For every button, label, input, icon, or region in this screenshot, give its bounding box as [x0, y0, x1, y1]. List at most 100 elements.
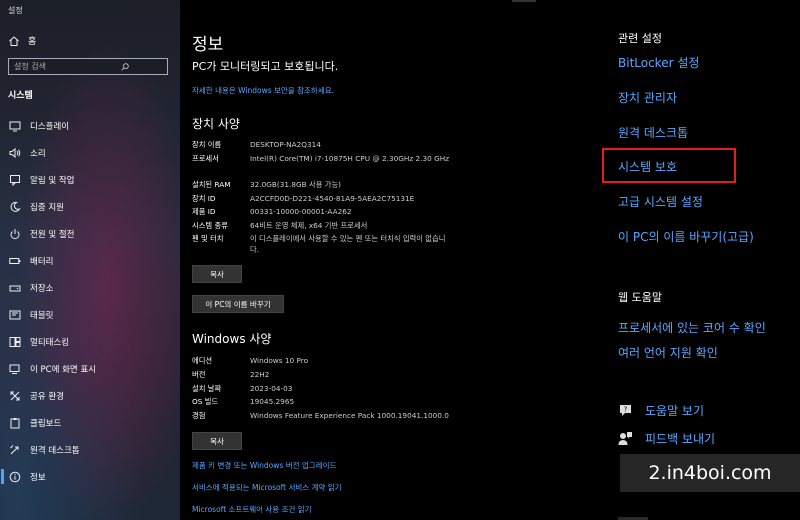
moon-icon	[9, 201, 21, 213]
sidebar-item-multitasking[interactable]: 멀티태스킹	[0, 328, 180, 355]
spec-value: 이 디스플레이에서 사용할 수 있는 펜 또는 터치식 입력이 없습니다.	[250, 234, 446, 254]
watermark: 2.in4boi.com	[620, 454, 800, 492]
change-product-key-link[interactable]: 제품 키 변경 또는 Windows 버전 업그레이드	[192, 460, 336, 471]
spec-row: 에디션 Windows 10 Pro	[192, 356, 480, 370]
sidebar-item-remote-desktop[interactable]: 원격 데스크톱	[0, 436, 180, 463]
page-title: 정보	[192, 35, 224, 55]
related-settings-heading: 관련 설정	[618, 32, 662, 45]
sidebar-item-focus-assist[interactable]: 집중 지원	[0, 193, 180, 220]
spec-row: 시스템 종류 64비트 운영 체제, x64 기반 프로세서	[192, 221, 450, 234]
power-icon	[9, 228, 21, 240]
license-terms-link[interactable]: Microsoft 소프트웨어 사용 조건 읽기	[192, 504, 312, 515]
device-specs-heading: 장치 사양	[192, 117, 240, 131]
search-box[interactable]: 설정 검색	[8, 58, 168, 75]
security-link[interactable]: 자세한 내용은 Windows 보안을 참조하세요.	[192, 85, 334, 96]
home-nav-item[interactable]: 홈	[8, 34, 36, 47]
spec-value: DESKTOP-NA2Q314	[250, 140, 321, 149]
top-divider	[512, 0, 536, 2]
sidebar-nav: 디스플레이 소리 알림 및 작업 집중 지원 전원 및 절전 배터리 저장소 태…	[0, 112, 180, 490]
spec-key: 버전	[192, 370, 206, 379]
copy-device-specs-button[interactable]: 복사	[192, 265, 242, 283]
tablet-icon	[9, 309, 21, 321]
battery-icon	[9, 255, 21, 267]
sidebar-item-label: 저장소	[30, 283, 54, 294]
feedback-link[interactable]: 피드백 보내기	[618, 430, 715, 447]
spec-key: 경험	[192, 411, 206, 420]
device-specs-table: 장치 이름 DESKTOP-NA2Q314 프로세서 Intel(R) Core(T…	[192, 140, 450, 260]
get-help-label: 도움말 보기	[645, 404, 705, 418]
sidebar-item-label: 원격 데스크톱	[30, 445, 80, 456]
sidebar-item-label: 클립보드	[30, 418, 62, 429]
sidebar-item-label: 정보	[30, 472, 46, 483]
bitlocker-link[interactable]: BitLocker 설정	[618, 54, 699, 71]
protection-status: PC가 모니터링되고 보호됩니다.	[192, 60, 339, 73]
sidebar-item-power[interactable]: 전원 및 절전	[0, 220, 180, 247]
rename-pc-advanced-link[interactable]: 이 PC의 이름 바꾸기(고급)	[618, 228, 754, 245]
spec-value: A2CCFD0D-D221-4540-81A9-5AEA2C75131E	[250, 194, 415, 203]
storage-icon	[9, 282, 21, 294]
spec-value: Windows 10 Pro	[250, 356, 309, 365]
spec-row: 프로세서 Intel(R) Core(TM) i7-10875H CPU @ 2.…	[192, 154, 450, 180]
sidebar: 설정 홈 설정 검색 시스템 디스플레이 소리 알림 및 작업 집중 지원 전원…	[0, 0, 180, 520]
advanced-system-settings-link[interactable]: 고급 시스템 설정	[618, 193, 703, 210]
spec-key: 시스템 종류	[192, 221, 228, 230]
related-settings-panel: 관련 설정 BitLocker 설정 장치 관리자 원격 데스크톱 시스템 보호…	[600, 0, 800, 520]
get-help-link[interactable]: ? 도움말 보기	[618, 402, 704, 419]
sidebar-item-battery[interactable]: 배터리	[0, 247, 180, 274]
sidebar-item-label: 멀티태스킹	[30, 337, 70, 348]
spec-row: 설치 날짜 2023-04-03	[192, 384, 480, 397]
windows-specs-table: 에디션 Windows 10 Pro 버전 22H2 설치 날짜 2023-04-03…	[192, 356, 480, 425]
rename-pc-button[interactable]: 이 PC의 이름 바꾸기	[192, 295, 284, 313]
highlight-box	[602, 148, 736, 183]
spec-key: 장치 ID	[192, 194, 216, 203]
main-panel: 정보 PC가 모니터링되고 보호됩니다. 자세한 내용은 Windows 보안을…	[180, 0, 600, 520]
spec-value: Intel(R) Core(TM) i7-10875H CPU @ 2.30GH…	[250, 154, 450, 163]
sidebar-item-label: 알림 및 작업	[30, 175, 75, 186]
help-chat-icon: ?	[618, 403, 633, 418]
sidebar-item-label: 이 PC에 화면 표시	[30, 364, 97, 375]
home-label: 홈	[28, 37, 37, 47]
sidebar-item-notifications[interactable]: 알림 및 작업	[0, 166, 180, 193]
section-label-system: 시스템	[8, 91, 33, 101]
sidebar-item-display[interactable]: 디스플레이	[0, 112, 180, 139]
home-icon	[8, 35, 20, 47]
spec-key: 에디션	[192, 356, 213, 365]
language-support-link[interactable]: 여러 언어 지원 확인	[618, 344, 718, 361]
sidebar-item-about[interactable]: 정보	[0, 463, 180, 490]
spec-value: Windows Feature Experience Pack 1000.190…	[250, 411, 449, 420]
search-input[interactable]: 설정 검색	[14, 61, 88, 72]
sidebar-item-shared-experiences[interactable]: 공유 환경	[0, 382, 180, 409]
remote-desktop-link[interactable]: 원격 데스크톱	[618, 124, 688, 141]
processor-cores-link[interactable]: 프로세서에 있는 코어 수 확인	[618, 319, 766, 336]
sidebar-item-project[interactable]: 이 PC에 화면 표시	[0, 355, 180, 382]
windows-specs-heading: Windows 사양	[192, 332, 272, 346]
copy-windows-specs-button[interactable]: 복사	[192, 432, 242, 450]
spec-value: 32.0GB(31.8GB 사용 가능)	[250, 180, 341, 189]
sidebar-item-label: 태블릿	[30, 310, 54, 321]
spec-value: 00331-10000-00001-AA262	[250, 207, 352, 216]
spec-key: 장치 이름	[192, 140, 222, 149]
spec-row: 장치 이름 DESKTOP-NA2Q314	[192, 140, 450, 154]
sidebar-item-sound[interactable]: 소리	[0, 139, 180, 166]
spec-key: 설치 날짜	[192, 384, 222, 393]
sidebar-item-tablet[interactable]: 태블릿	[0, 301, 180, 328]
sidebar-item-label: 집중 지원	[30, 202, 64, 213]
spec-value: 2023-04-03	[250, 384, 293, 393]
spec-key: OS 빌드	[192, 397, 219, 406]
app-title: 설정	[8, 6, 23, 15]
search-icon[interactable]	[88, 62, 162, 72]
sidebar-item-clipboard[interactable]: 클립보드	[0, 409, 180, 436]
spec-value: 64비트 운영 체제, x64 기반 프로세서	[250, 221, 368, 230]
sidebar-item-label: 디스플레이	[30, 121, 70, 132]
spec-key: 펜 및 터치	[192, 234, 224, 243]
spec-value: 19045.2965	[250, 397, 295, 406]
sidebar-item-storage[interactable]: 저장소	[0, 274, 180, 301]
spec-value: 22H2	[250, 370, 270, 379]
device-manager-link[interactable]: 장치 관리자	[618, 89, 677, 106]
spec-row: 제품 ID 00331-10000-00001-AA262	[192, 207, 450, 221]
services-agreement-link[interactable]: 서비스에 적용되는 Microsoft 서비스 계약 읽기	[192, 482, 342, 493]
sound-icon	[9, 147, 21, 159]
clipboard-icon	[9, 417, 21, 429]
notification-icon	[9, 174, 21, 186]
spec-key: 설치된 RAM	[192, 180, 231, 189]
